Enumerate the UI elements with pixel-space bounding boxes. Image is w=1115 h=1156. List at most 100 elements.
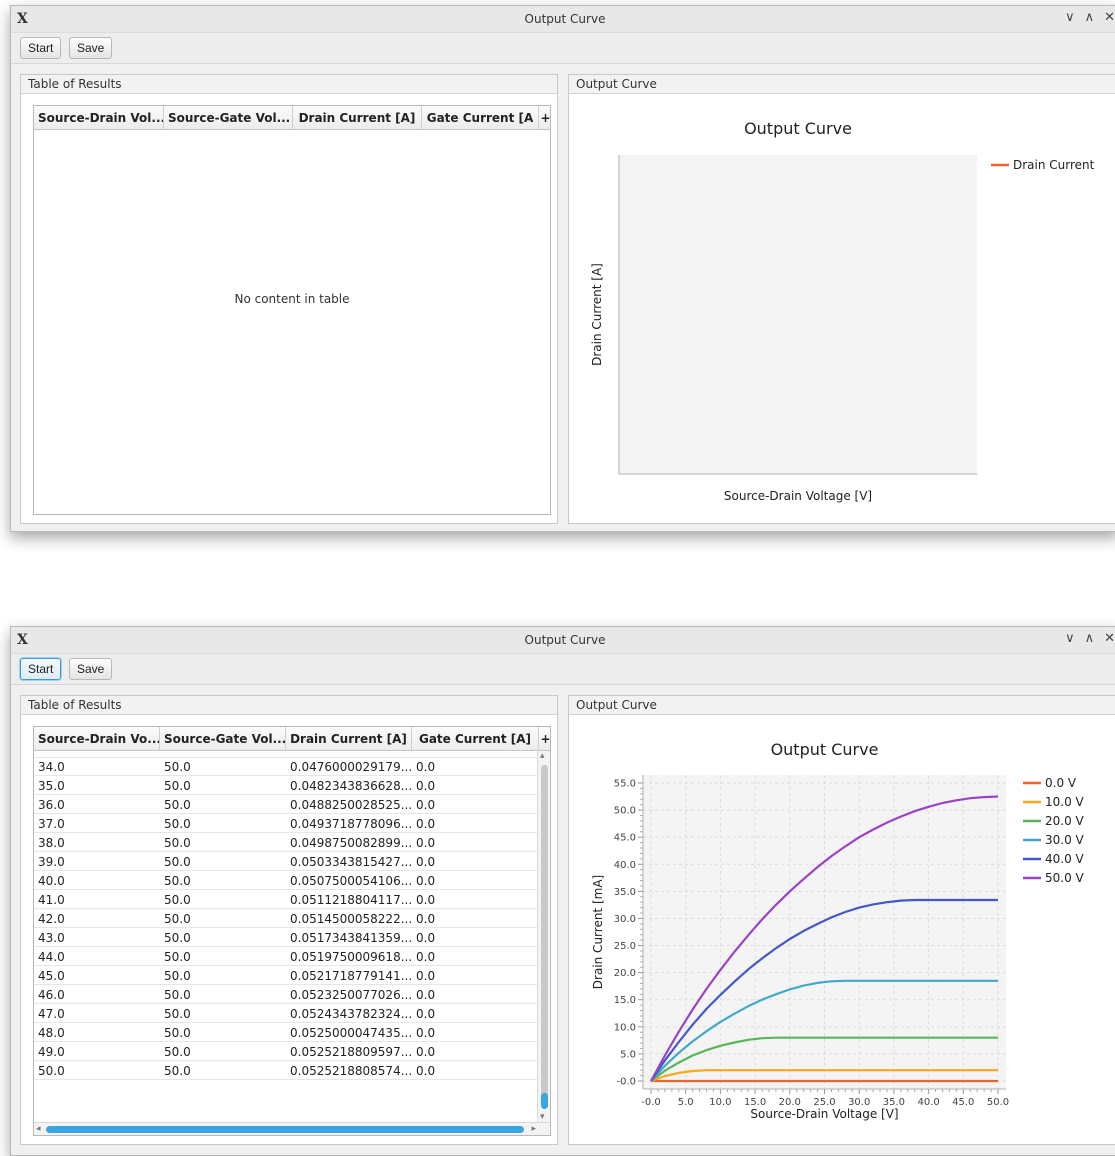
legend-label: Drain Current [1013,158,1095,172]
table-row[interactable]: 38.0 50.0 0.0498750082899... 0.0 [34,834,537,852]
legend-label: 30.0 V [1045,833,1085,847]
maximize-icon[interactable]: ∧ [1085,631,1095,646]
x-tick-label: 50.0 [987,1097,1009,1108]
source-gate-voltage-cell: 50.0 [164,912,191,926]
scroll-down-icon[interactable]: ▾ [540,1112,545,1122]
output-curve-chart: Output Curve -0.0 5.0 10.0 15.0 20.0 25.0 30.0 3… [591,740,1085,1121]
window-controls: ∨ ∧ ✕ [1065,631,1115,646]
column-header-gate-current[interactable]: Gate Current [A] [412,727,539,751]
table-of-results-panel: Table of Results Source-Drain Vo... Sour… [20,695,558,1145]
vertical-scrollbar[interactable]: ▴ ▾ [537,751,550,1122]
maximize-icon[interactable]: ∧ [1085,10,1095,25]
drain-current-cell: 0.0514500058222... [290,912,413,926]
column-header-drain-current[interactable]: Drain Current [A] [286,727,412,751]
source-drain-voltage-cell: 34.0 [38,760,65,774]
column-header-drain-current[interactable]: Drain Current [A] [293,106,422,130]
y-tick-label: 5.0 [620,1049,636,1060]
column-header-source-gate-voltage[interactable]: Source-Gate Vol... [164,106,293,130]
source-drain-voltage-cell: 35.0 [38,779,65,793]
source-drain-voltage-cell: 43.0 [38,931,65,945]
source-gate-voltage-cell: 50.0 [164,1045,191,1059]
gate-current-cell: 0.0 [416,798,436,812]
table-row[interactable]: 49.0 50.0 0.0525218809597... 0.0 [34,1043,537,1061]
column-header-source-gate-voltage[interactable]: Source-Gate Vol... [160,727,286,751]
window-title: Output Curve [524,633,606,647]
gate-current-cell: 0.0 [416,912,436,926]
y-tick-label: 30.0 [614,914,636,925]
table-header: Source-Drain Vo... Source-Gate Vol... Dr… [34,727,550,751]
column-header-source-drain-voltage[interactable]: Source-Drain Vol... [34,106,164,130]
scroll-left-icon[interactable]: ◂ [36,1124,41,1134]
results-table: Source-Drain Vo... Source-Gate Vol... Dr… [33,726,551,1136]
window-titlebar: X Output Curve ∨ ∧ ✕ [11,6,1115,33]
source-drain-voltage-cell: 48.0 [38,1026,65,1040]
table-row[interactable]: 39.0 50.0 0.0503343815427... 0.0 [34,853,537,871]
table-row[interactable]: 43.0 50.0 0.0517343841359... 0.0 [34,929,537,947]
horizontal-scroll-thumb[interactable] [46,1126,524,1133]
drain-current-cell: 0.0524343782324... [290,1007,413,1021]
source-gate-voltage-cell: 50.0 [164,1007,191,1021]
table-row[interactable]: 40.0 50.0 0.0507500054106... 0.0 [34,872,537,890]
x-axis-label: Source-Drain Voltage [V] [750,1107,898,1121]
start-button[interactable]: Start [20,37,62,59]
source-drain-voltage-cell: 49.0 [38,1045,65,1059]
table-row[interactable]: 34.0 50.0 0.0476000029179... 0.0 [34,758,537,776]
table-row[interactable]: 47.0 50.0 0.0524343782324... 0.0 [34,1005,537,1023]
vertical-scroll-thumb[interactable] [541,765,548,1105]
table-row[interactable]: 37.0 50.0 0.0493718778096... 0.0 [34,815,537,833]
x-tick-label: 45.0 [952,1097,974,1108]
table-row[interactable]: 50.0 50.0 0.0525218808574... 0.0 [34,1062,537,1080]
x-tick-label: 40.0 [917,1097,939,1108]
start-button[interactable]: Start [20,658,62,680]
horizontal-scrollbar[interactable]: ◂ ▸ [34,1122,550,1135]
legend-label: 0.0 V [1045,776,1077,790]
table-row-partial[interactable] [34,751,537,758]
gate-current-cell: 0.0 [416,969,436,983]
scroll-right-icon[interactable]: ▸ [531,1124,536,1134]
source-gate-voltage-cell: 50.0 [164,893,191,907]
y-tick-label: 55.0 [614,779,636,790]
source-drain-voltage-cell: 44.0 [38,950,65,964]
y-tick-label: 20.0 [614,968,636,979]
drain-current-cell: 0.0493718778096... [290,817,413,831]
column-menu-button[interactable]: + [539,106,550,130]
source-gate-voltage-cell: 50.0 [164,931,191,945]
save-button[interactable]: Save [69,37,113,59]
y-tick-label: 10.0 [614,1022,636,1033]
column-menu-button[interactable]: + [539,727,550,751]
source-drain-voltage-cell: 39.0 [38,855,65,869]
table-row[interactable]: 45.0 50.0 0.0521718779141... 0.0 [34,967,537,985]
table-row[interactable]: 46.0 50.0 0.0523250077026... 0.0 [34,986,537,1004]
save-button[interactable]: Save [69,658,113,680]
table-row[interactable]: 48.0 50.0 0.0525000047435... 0.0 [34,1024,537,1042]
source-drain-voltage-cell: 45.0 [38,969,65,983]
table-row[interactable]: 44.0 50.0 0.0519750009618... 0.0 [34,948,537,966]
drain-current-cell: 0.0521718779141... [290,969,413,983]
legend-label: 20.0 V [1045,814,1085,828]
y-tick-label: 45.0 [614,833,636,844]
gate-current-cell: 0.0 [416,1064,436,1078]
close-icon[interactable]: ✕ [1104,631,1115,646]
minimize-icon[interactable]: ∨ [1065,631,1075,646]
scroll-up-icon[interactable]: ▴ [540,751,545,761]
column-header-source-drain-voltage[interactable]: Source-Drain Vo... [34,727,160,751]
panel-title: Output Curve [569,75,1115,94]
table-row[interactable]: 36.0 50.0 0.0488250028525... 0.0 [34,796,537,814]
x-axis-label: Source-Drain Voltage [V] [724,489,872,503]
table-body: 34.0 50.0 0.0476000029179... 0.0 35.0 50.0 0.0… [34,751,537,1122]
close-icon[interactable]: ✕ [1104,10,1115,25]
table-row[interactable]: 35.0 50.0 0.0482343836628... 0.0 [34,777,537,795]
legend-label: 40.0 V [1045,852,1085,866]
y-axis-label: Drain Current [mA] [591,875,605,989]
column-header-gate-current[interactable]: Gate Current [A [422,106,539,130]
minimize-icon[interactable]: ∨ [1065,10,1075,25]
panel-title: Table of Results [21,75,557,94]
vertical-scroll-position [541,1093,548,1109]
source-gate-voltage-cell: 50.0 [164,798,191,812]
source-drain-voltage-cell: 37.0 [38,817,65,831]
table-row[interactable]: 42.0 50.0 0.0514500058222... 0.0 [34,910,537,928]
drain-current-cell: 0.0488250028525... [290,798,413,812]
table-row[interactable]: 41.0 50.0 0.0511218804117... 0.0 [34,891,537,909]
gate-current-cell: 0.0 [416,874,436,888]
source-drain-voltage-cell: 47.0 [38,1007,65,1021]
